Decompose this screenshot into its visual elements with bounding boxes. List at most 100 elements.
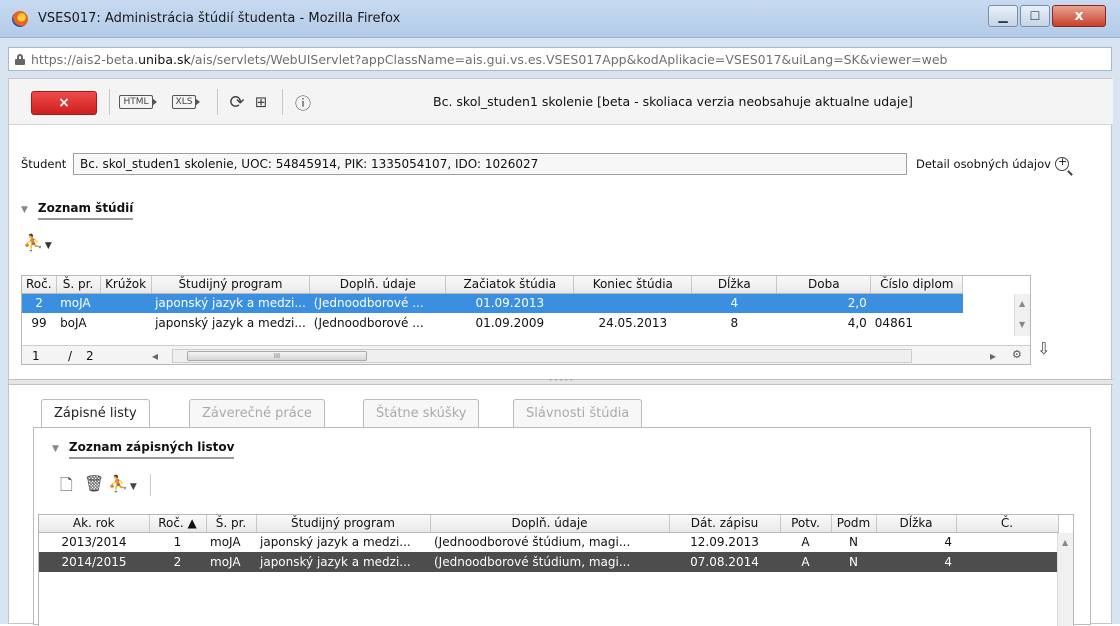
url-text[interactable]: https://ais2-beta.uniba.sk/ais/servlets/…	[31, 52, 947, 67]
table-cell: N	[831, 552, 876, 572]
add-document-icon[interactable]: 🗋	[60, 474, 73, 501]
delete-trash-icon[interactable]: 🗑	[84, 474, 104, 493]
table-cell	[100, 313, 151, 333]
scroll-thumb[interactable]: III	[187, 351, 367, 361]
student-label: Študent	[21, 157, 67, 171]
column-header[interactable]: Študijný program	[151, 276, 311, 294]
tab-slavnosti-studia[interactable]: Slávnosti štúdia	[513, 399, 643, 427]
table-cell: (Jednoodborové ...	[309, 293, 446, 313]
enrollment-section-header[interactable]: ▼ Zoznam zápisných listov	[52, 440, 235, 459]
table-cell: 04861	[874, 316, 913, 330]
column-header[interactable]: Doplň. údaje	[430, 515, 670, 533]
table-cell: N	[849, 535, 858, 550]
panel-splitter[interactable]: · · · · ·	[9, 377, 1113, 385]
column-header[interactable]: Ak. rok	[39, 515, 150, 533]
enrollment-grid: Ak. rok Roč. ▲ Š. pr. Študijný program Doplň…	[39, 515, 1059, 572]
column-header[interactable]: Č.	[956, 515, 1059, 533]
table-cell: 2014/2015	[39, 552, 149, 572]
column-header[interactable]: Krúžok	[100, 276, 152, 294]
column-header[interactable]: Študijný program	[256, 515, 431, 533]
column-header[interactable]: Roč.	[22, 276, 57, 294]
enrollment-vscroll[interactable]: ▲	[1057, 533, 1073, 626]
column-header[interactable]: Š. pr.	[56, 276, 101, 294]
table-cell: 2	[149, 552, 206, 572]
xls-icon: XLS	[171, 95, 201, 109]
studies-vscroll[interactable]: ▲ ▼	[1014, 294, 1030, 336]
actions-run-icon[interactable]: ⛹ ▼	[23, 233, 52, 252]
print-icon[interactable]: ⊞	[251, 93, 271, 111]
export-xls-button[interactable]: XLS	[169, 93, 201, 111]
window-close-button[interactable]: x	[1052, 5, 1106, 27]
studies-table: Roč. Š. pr. Krúžok Študijný program Doplň. ú…	[21, 275, 1031, 365]
export-html-button[interactable]: HTML	[119, 93, 157, 111]
table-cell: 4	[876, 552, 956, 572]
window-title: VSES017: Administrácia štúdií študenta -…	[38, 11, 401, 26]
column-header[interactable]: Podm	[831, 515, 877, 533]
pager-total: 2	[86, 349, 94, 363]
pager-current[interactable]: 1	[32, 349, 40, 363]
tab-zaverecne-prace[interactable]: Záverečné práce	[189, 399, 325, 427]
table-cell: japonský jazyk a medzi...	[151, 293, 310, 313]
table-cell: A	[780, 552, 831, 572]
maximize-button[interactable]: ☐	[1020, 5, 1050, 27]
studies-section-header[interactable]: ▼ Zoznam štúdií	[21, 201, 134, 220]
scroll-down-arrow-icon[interactable]: ⇩	[1037, 339, 1050, 358]
column-header[interactable]: Dĺžka	[876, 515, 957, 533]
minimize-button[interactable]: ▁	[988, 5, 1018, 27]
table-cell: japonský jazyk a medzi...	[155, 316, 306, 330]
table-cell: 2,0	[776, 293, 871, 313]
column-header[interactable]: Š. pr.	[206, 515, 257, 533]
table-row[interactable]: 2 moJA japonský jazyk a medzi... (Jednoodbo…	[22, 293, 963, 313]
table-cell: 01.09.2013	[445, 293, 574, 313]
studies-grid: Roč. Š. pr. Krúžok Študijný program Doplň. ú…	[22, 276, 964, 333]
table-cell: boJA	[60, 316, 87, 330]
studies-hscroll[interactable]: III	[172, 349, 912, 363]
table-cell: moJA	[56, 293, 101, 313]
zoom-in-icon	[1054, 155, 1069, 171]
title-bar: VSES017: Administrácia štúdií študenta -…	[0, 0, 1120, 38]
collapse-triangle-icon: ▼	[21, 205, 28, 215]
table-cell	[573, 293, 692, 313]
table-cell: 01.09.2009	[475, 316, 545, 330]
table-cell: 24.05.2013	[598, 316, 668, 330]
table-cell: 8	[730, 316, 739, 330]
table-cell	[100, 293, 152, 313]
column-header[interactable]: Doba	[776, 276, 872, 294]
studies-pager: 1 / 2 ◂ III ▸ ⚙	[22, 345, 1030, 364]
enrollment-table: Ak. rok Roč. ▲ Š. pr. Študijný program Doplň…	[38, 514, 1074, 626]
table-row[interactable]: 99 boJA japonský jazyk a medzi... (Jednoodb…	[22, 313, 963, 333]
column-header[interactable]: Potv.	[780, 515, 832, 533]
page-header-text: Bc. skol_studen1 skolenie [beta - skolia…	[433, 94, 913, 109]
toolbar-separator	[150, 474, 151, 496]
table-cell: (Jednoodborové štúdium, magi...	[434, 535, 631, 550]
table-cell: 2013/2014	[61, 535, 127, 550]
toolbar-separator	[217, 89, 218, 115]
toolbar-separator	[282, 89, 283, 115]
column-header[interactable]: Číslo diplom	[870, 276, 964, 294]
column-header[interactable]: Dĺžka	[691, 276, 778, 294]
column-header[interactable]: Koniec štúdia	[573, 276, 693, 294]
table-row[interactable]: 2014/2015 2 moJA japonský jazyk a medzi...(…	[39, 552, 1058, 572]
tab-statne-skusky[interactable]: Štátne skúšky	[363, 399, 480, 427]
student-field[interactable]: Bc. skol_studen1 skolenie, UOC: 54845914…	[73, 153, 907, 175]
refresh-icon[interactable]: ⟳	[227, 92, 247, 113]
scroll-right-arrow-icon[interactable]: ▸	[990, 349, 996, 363]
info-icon[interactable]: ⓘ	[291, 93, 315, 113]
pager-sep: /	[68, 349, 73, 363]
tab-zapisne-listy[interactable]: Zápisné listy	[41, 399, 150, 428]
table-cell: japonský jazyk a medzi...	[256, 552, 430, 572]
table-cell: 2	[22, 293, 57, 313]
settings-gear-icon[interactable]: ⚙	[1012, 348, 1022, 361]
detail-link[interactable]: Detail osobných údajov	[916, 155, 1069, 171]
column-header[interactable]: Dát. zápisu	[669, 515, 781, 533]
column-header[interactable]: Doplň. údaje	[309, 276, 447, 294]
actions-run-icon[interactable]: ⛹ ▼	[108, 474, 137, 493]
close-app-button[interactable]: ×	[31, 91, 97, 115]
column-header[interactable]: Začiatok štúdia	[445, 276, 575, 294]
scroll-left-arrow-icon[interactable]: ◂	[152, 349, 158, 363]
column-header[interactable]: Roč. ▲	[149, 515, 207, 533]
lock-icon	[15, 53, 25, 65]
table-row[interactable]: 2013/2014 1 moJA japonský jazyk a medzi... (…	[39, 532, 1058, 552]
address-bar[interactable]: https://ais2-beta.uniba.sk/ais/servlets/…	[8, 47, 1112, 71]
firefox-icon	[12, 11, 28, 27]
